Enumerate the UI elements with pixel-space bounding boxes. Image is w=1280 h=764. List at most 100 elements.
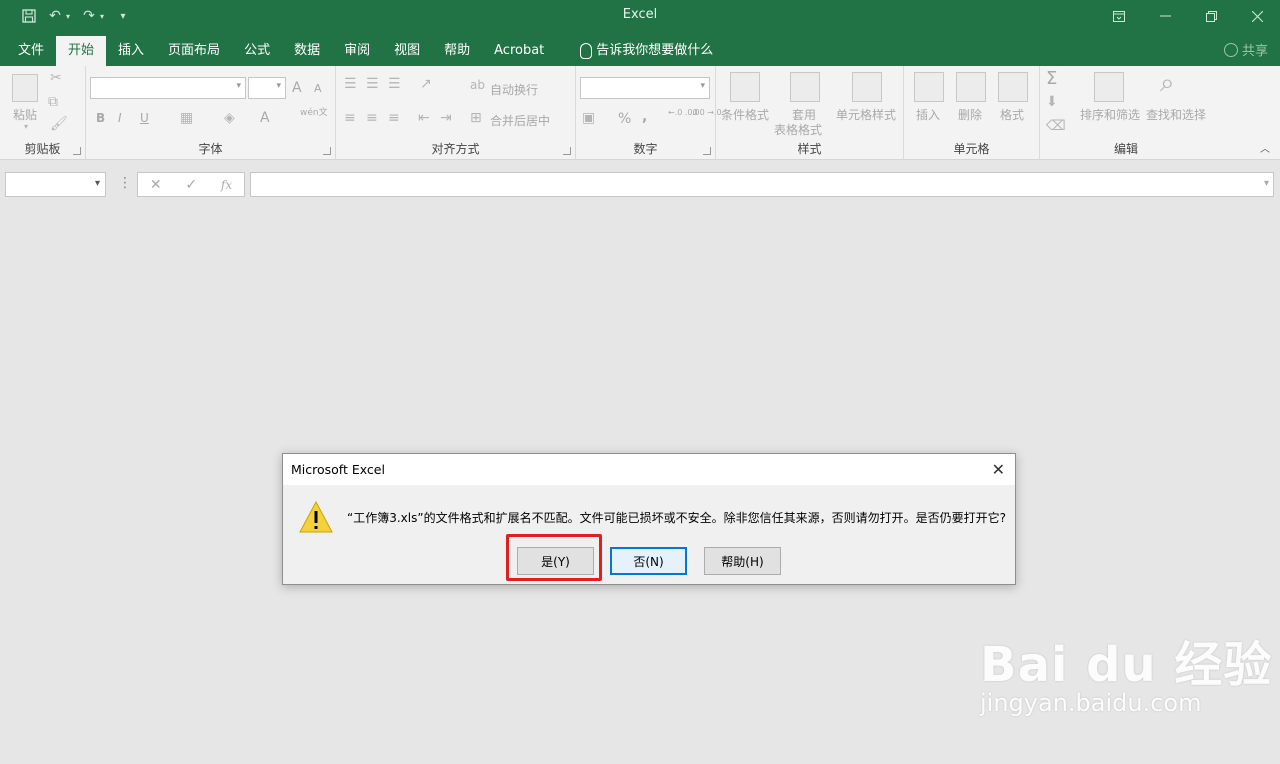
paste-dropdown-icon[interactable]: ▾ [24, 122, 28, 131]
clipboard-launcher-icon[interactable] [73, 147, 81, 155]
font-size-combo[interactable] [248, 77, 286, 99]
align-center-icon[interactable]: ≡ [366, 110, 378, 126]
font-name-combo[interactable] [90, 77, 246, 99]
tab-insert[interactable]: 插入 [106, 36, 156, 66]
formula-bar-grip-icon: ⋮ [118, 175, 132, 191]
delete-cells-icon[interactable] [956, 72, 986, 102]
name-box[interactable] [5, 172, 106, 197]
conditional-formatting-label[interactable]: 条件格式 [721, 106, 769, 123]
align-right-icon[interactable]: ≡ [388, 110, 400, 126]
collapse-ribbon-icon[interactable]: ︿ [1260, 140, 1270, 155]
tab-page-layout[interactable]: 页面布局 [156, 36, 232, 66]
insert-cells-icon[interactable] [914, 72, 944, 102]
comma-button[interactable]: , [642, 109, 647, 125]
warning-icon [299, 501, 333, 533]
paste-icon[interactable] [12, 74, 38, 102]
group-label-number: 数字 [633, 142, 658, 156]
conditional-formatting-icon[interactable] [730, 72, 760, 102]
align-top-icon[interactable]: ☰ [344, 76, 357, 92]
percent-button[interactable]: % [618, 111, 631, 127]
cell-styles-icon[interactable] [852, 72, 882, 102]
tab-review[interactable]: 审阅 [332, 36, 382, 66]
alignment-launcher-icon[interactable] [563, 147, 571, 155]
enter-entry-icon[interactable]: ✓ [185, 177, 197, 193]
insert-function-icon[interactable]: fx [221, 178, 232, 192]
delete-cells-label[interactable]: 删除 [958, 106, 982, 123]
share-button[interactable]: 共享 [1223, 40, 1268, 59]
format-painter-icon[interactable]: 🖌 [50, 116, 68, 132]
cut-icon[interactable]: ✂ [50, 70, 62, 86]
shrink-font-icon[interactable]: A [314, 82, 322, 95]
group-label-alignment: 对齐方式 [431, 142, 480, 156]
cancel-entry-icon[interactable]: ✕ [150, 177, 162, 193]
format-cells-icon[interactable] [998, 72, 1028, 102]
share-label: 共享 [1241, 44, 1268, 59]
title-bar: ↶ ▾ ↷ ▾ ▾ Excel [0, 0, 1280, 32]
find-select-label[interactable]: 查找和选择 [1146, 106, 1206, 123]
decrease-indent-icon[interactable]: ⇤ [418, 110, 430, 126]
tab-formulas[interactable]: 公式 [232, 36, 282, 66]
number-launcher-icon[interactable] [703, 147, 711, 155]
grow-font-icon[interactable]: A [292, 80, 302, 96]
increase-indent-icon[interactable]: ⇥ [440, 110, 452, 126]
increase-decimal-button[interactable]: ←.0 .00 [668, 108, 698, 117]
merge-center-label[interactable]: 合并后居中 [490, 112, 550, 129]
tab-acrobat[interactable]: Acrobat [482, 36, 556, 66]
cell-styles-label[interactable]: 单元格样式 [836, 106, 896, 123]
window-controls [1096, 0, 1280, 32]
tab-help[interactable]: 帮助 [432, 36, 482, 66]
wrap-text-icon[interactable]: ab [470, 78, 485, 92]
fill-icon[interactable]: ⬇ [1046, 94, 1058, 110]
help-button[interactable]: 帮助(H) [704, 547, 781, 575]
font-color-icon[interactable]: A [260, 110, 270, 126]
tell-me-label: 告诉我你想要做什么 [596, 43, 714, 58]
align-bottom-icon[interactable]: ☰ [388, 76, 401, 92]
font-launcher-icon[interactable] [323, 147, 331, 155]
insert-cells-label[interactable]: 插入 [916, 106, 940, 123]
borders-icon[interactable]: ▦ [180, 110, 193, 126]
tell-me-search[interactable]: 告诉我你想要做什么 [568, 36, 725, 66]
no-button[interactable]: 否(N) [610, 547, 687, 575]
wrap-text-label[interactable]: 自动换行 [490, 81, 538, 98]
sort-filter-icon[interactable] [1094, 72, 1124, 102]
magnifier-icon[interactable]: ⌕ [1160, 68, 1175, 99]
sort-filter-label[interactable]: 排序和筛选 [1080, 106, 1140, 123]
restore-icon[interactable] [1188, 0, 1234, 32]
number-format-combo[interactable] [580, 77, 710, 99]
copy-icon[interactable]: ⧉ [48, 94, 58, 110]
lightbulb-icon [580, 43, 593, 59]
dialog-close-icon[interactable]: ✕ [992, 460, 1005, 479]
format-cells-label[interactable]: 格式 [1000, 106, 1024, 123]
merge-center-icon[interactable]: ⊞ [470, 110, 482, 126]
orientation-icon[interactable]: ↗ [420, 76, 432, 92]
close-window-icon[interactable] [1234, 0, 1280, 32]
tab-view[interactable]: 视图 [382, 36, 432, 66]
align-middle-icon[interactable]: ☰ [366, 76, 379, 92]
tab-home[interactable]: 开始 [56, 36, 107, 66]
paste-label[interactable]: 粘贴 [13, 106, 37, 123]
phonetic-icon[interactable]: wén文 [300, 108, 328, 118]
group-clipboard: 粘贴 ▾ ✂ ⧉ 🖌 剪贴板 [0, 66, 86, 160]
group-font: A A B I U ▦ ◈ A wén文 字体 [86, 66, 336, 160]
decrease-decimal-button[interactable]: .00 →.0 [692, 108, 722, 117]
tab-file[interactable]: 文件 [6, 36, 56, 66]
bold-button[interactable]: B [96, 111, 105, 125]
ribbon-display-options-icon[interactable] [1096, 0, 1142, 32]
format-as-table-label-2[interactable]: 表格格式 [774, 121, 822, 138]
tab-data[interactable]: 数据 [282, 36, 332, 66]
ribbon: 粘贴 ▾ ✂ ⧉ 🖌 剪贴板 A A B I U ▦ ◈ A wén文 字体 ☰… [0, 66, 1280, 160]
fill-color-icon[interactable]: ◈ [224, 110, 235, 126]
person-icon [1223, 42, 1238, 57]
clear-icon[interactable]: ⌫ [1046, 118, 1066, 134]
format-as-table-icon[interactable] [790, 72, 820, 102]
currency-icon[interactable]: ▣ [582, 110, 595, 126]
align-left-icon[interactable]: ≡ [344, 110, 356, 126]
autosum-icon[interactable]: Σ [1046, 68, 1057, 89]
italic-button[interactable]: I [118, 111, 122, 125]
formula-input[interactable] [250, 172, 1274, 197]
file-format-mismatch-dialog: Microsoft Excel ✕ “工作簿3.xls”的文件格式和扩展名不匹配… [282, 453, 1016, 585]
underline-button[interactable]: U [140, 111, 149, 125]
baidu-jingyan-watermark: Bai du 经验 jingyan.baidu.com [980, 625, 1272, 717]
dialog-message: “工作簿3.xls”的文件格式和扩展名不匹配。文件可能已损坏或不安全。除非您信任… [347, 511, 1006, 525]
minimize-icon[interactable] [1142, 0, 1188, 32]
